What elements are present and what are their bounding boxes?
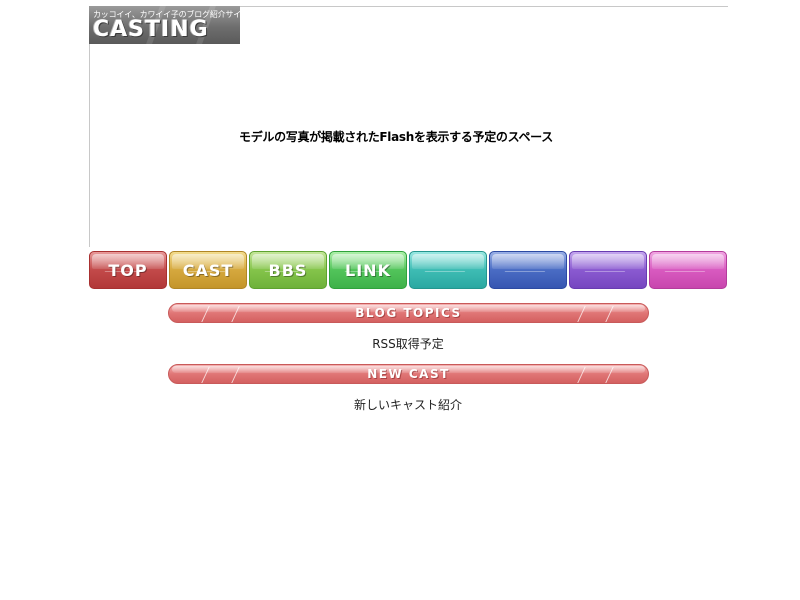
flash-placeholder-text: モデルの写真が掲載されたFlashを表示する予定のスペース [239,130,553,144]
header-top-rule [240,6,728,7]
new-cast-content: 新しいキャスト紹介 [353,398,462,412]
nav-button-label: LINK [345,261,391,280]
nav-button-empty-7[interactable] [569,251,647,289]
main-nav: TOP CAST BBS LINK [89,251,729,289]
nav-button-empty-5[interactable] [409,251,487,289]
nav-button-label: BBS [268,261,308,280]
nav-button-empty-8[interactable] [649,251,727,289]
header-left-rule [89,44,90,247]
nav-button-label: TOP [108,261,148,280]
new-cast-header: NEW CAST [168,364,649,384]
site-logo[interactable]: カッコイイ、カワイイ子のブログ紹介サイト CASTING [89,6,240,44]
new-cast-title: NEW CAST [367,367,450,381]
nav-button-cast[interactable]: CAST [169,251,247,289]
nav-button-top[interactable]: TOP [89,251,167,289]
blog-topics-content: RSS取得予定 [372,337,444,351]
blog-topics-header: BLOG TOPICS [168,303,649,323]
nav-button-bbs[interactable]: BBS [249,251,327,289]
logo-wordmark: CASTING [93,17,209,42]
nav-button-empty-6[interactable] [489,251,567,289]
nav-button-link[interactable]: LINK [329,251,407,289]
blog-topics-title: BLOG TOPICS [355,306,462,320]
nav-button-label: CAST [182,261,234,280]
